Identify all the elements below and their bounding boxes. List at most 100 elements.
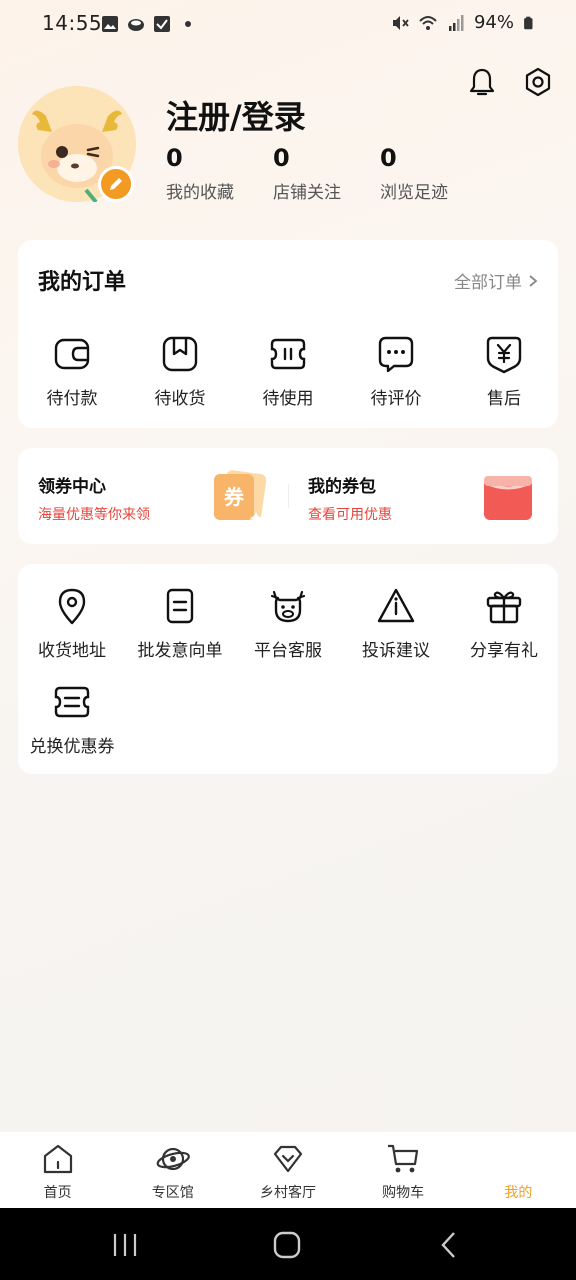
coupon-wallet-subtitle: 查看可用优惠 [308, 507, 392, 523]
coupon-wallet-icon [483, 476, 533, 520]
tab-label: 专区馆 [151, 1185, 194, 1201]
wallet-icon [54, 338, 90, 370]
icon-label: 待收货 [154, 389, 206, 409]
document-icon [166, 588, 194, 624]
gallery-icon [102, 16, 118, 32]
chevron-right-icon [529, 274, 538, 287]
stat-favorites[interactable]: 0 我的收藏 [166, 144, 273, 203]
coupon-ticket-icon: 券 [214, 470, 267, 524]
system-status: 94% [390, 12, 536, 33]
tab-label: 首页 [43, 1185, 72, 1201]
notification-icons [100, 14, 198, 34]
stat-label: 店铺关注 [273, 183, 341, 203]
orders-card: 我的订单 全部订单 待付款 待收货 待使用 待评价 售后 [18, 240, 558, 428]
location-pin-icon [58, 588, 86, 625]
orders-title: 我的订单 [38, 270, 127, 295]
all-orders-label: 全部订单 [454, 273, 522, 293]
tab-home[interactable]: 首页 [0, 1132, 115, 1208]
gift-icon [486, 591, 522, 624]
order-pending-use[interactable]: 待使用 [234, 334, 342, 409]
all-orders-link[interactable]: 全部订单 [454, 268, 538, 293]
stat-value: 0 [380, 144, 397, 172]
icon-label: 投诉建议 [362, 641, 430, 661]
profile-stats: 0 我的收藏 0 店铺关注 0 浏览足迹 [166, 144, 487, 203]
stat-value: 0 [273, 144, 290, 172]
icon-label: 分享有礼 [470, 641, 538, 661]
planet-icon [156, 1147, 190, 1171]
bottom-tab-bar: 首页 专区馆 乡村客厅 购物车 我的 [0, 1132, 576, 1208]
services-row-2: 兑换优惠券 [18, 682, 558, 757]
service-customer-support[interactable]: 平台客服 [234, 586, 342, 661]
deer-service-icon [270, 590, 306, 623]
bell-icon[interactable] [466, 66, 498, 98]
coupon-card: 领券中心 海量优惠等你来领 券 我的券包 查看可用优惠 [18, 448, 558, 544]
order-pending-review[interactable]: 待评价 [342, 334, 450, 409]
cloud-icon [128, 19, 144, 31]
tab-label: 购物车 [382, 1185, 425, 1201]
battery-icon [524, 16, 533, 29]
home-button-icon[interactable] [272, 1230, 302, 1260]
stat-followed-shops[interactable]: 0 店铺关注 [273, 144, 380, 203]
diamond-icon [273, 1145, 303, 1173]
service-share-gift[interactable]: 分享有礼 [450, 586, 558, 661]
service-complaints[interactable]: 投诉建议 [342, 586, 450, 661]
pencil-icon [110, 178, 122, 190]
after-sales-icon [486, 336, 522, 374]
warning-icon [377, 588, 415, 623]
tab-label: 我的 [504, 1185, 533, 1201]
order-pending-payment[interactable]: 待付款 [18, 334, 126, 409]
package-icon [162, 336, 198, 372]
stat-value: 0 [166, 144, 183, 172]
tab-zones[interactable]: 专区馆 [115, 1132, 230, 1208]
checkbox-icon [154, 16, 170, 32]
icon-label: 待评价 [370, 389, 422, 409]
edit-avatar-button[interactable] [98, 166, 134, 202]
order-pending-receipt[interactable]: 待收货 [126, 334, 234, 409]
recent-apps-icon[interactable] [110, 1230, 140, 1260]
tab-profile[interactable]: 我的 [461, 1132, 576, 1208]
tab-cart[interactable]: 购物车 [346, 1132, 461, 1208]
system-navigation-bar [0, 1208, 576, 1280]
icon-label: 收货地址 [38, 641, 106, 661]
coupon-center-title: 领券中心 [38, 477, 106, 497]
status-time: 14:55 [42, 11, 103, 35]
service-wholesale-list[interactable]: 批发意向单 [126, 586, 234, 661]
coupon-wallet[interactable]: 我的券包 查看可用优惠 [288, 448, 558, 544]
stat-label: 我的收藏 [166, 183, 234, 203]
coupon-center[interactable]: 领券中心 海量优惠等你来领 券 [18, 448, 288, 544]
stat-label: 浏览足迹 [380, 183, 448, 203]
mute-icon [392, 15, 409, 30]
home-icon [43, 1144, 72, 1174]
dot-icon [185, 21, 191, 27]
stat-history[interactable]: 0 浏览足迹 [380, 144, 487, 203]
icon-label: 待付款 [46, 389, 98, 409]
icon-label: 兑换优惠券 [29, 737, 115, 757]
order-after-sales[interactable]: 售后 [450, 334, 558, 409]
status-bar: 14:55 94% [0, 0, 576, 48]
coupon-center-subtitle: 海量优惠等你来领 [38, 507, 150, 523]
comment-icon [378, 336, 414, 373]
settings-icon[interactable] [522, 66, 554, 98]
cart-icon [388, 1144, 419, 1173]
icon-label: 批发意向单 [137, 641, 223, 661]
icon-label: 售后 [487, 389, 521, 409]
service-address[interactable]: 收货地址 [18, 586, 126, 661]
order-status-row: 待付款 待收货 待使用 待评价 售后 [18, 334, 558, 409]
wifi-icon [419, 15, 437, 30]
coupon-exchange-icon [54, 686, 90, 718]
coupon-wallet-title: 我的券包 [308, 477, 376, 497]
tab-label: 乡村客厅 [259, 1185, 316, 1201]
header-actions [466, 66, 554, 98]
service-redeem-coupon[interactable]: 兑换优惠券 [18, 682, 126, 757]
icon-label: 待使用 [262, 389, 314, 409]
tab-village-hall[interactable]: 乡村客厅 [230, 1132, 345, 1208]
coupon-badge: 券 [223, 485, 245, 509]
services-card: 收货地址 批发意向单 平台客服 投诉建议 分享有礼 兑换优惠券 [18, 564, 558, 774]
battery-percent: 94% [473, 12, 514, 33]
signal-icon [448, 14, 464, 31]
back-icon[interactable] [434, 1230, 464, 1260]
services-row-1: 收货地址 批发意向单 平台客服 投诉建议 分享有礼 [18, 586, 558, 661]
login-register-link[interactable]: 注册/登录 [166, 92, 306, 138]
icon-label: 平台客服 [254, 641, 322, 661]
ticket-icon [270, 338, 306, 370]
